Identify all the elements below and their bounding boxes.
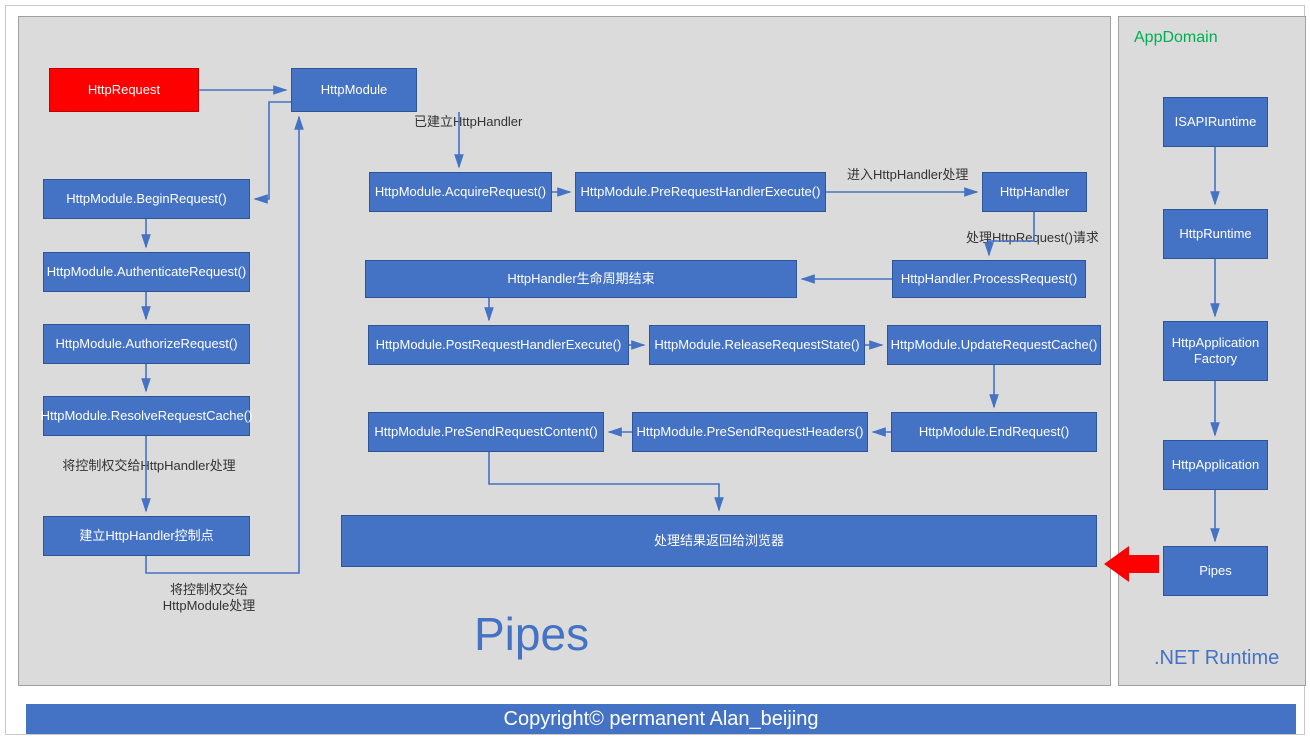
app-domain-title: AppDomain (1134, 29, 1218, 47)
label-process-http-request: 处理HttpRequest()请求 (966, 227, 1099, 246)
outer-frame: HttpRequest HttpModule HttpModule.BeginR… (5, 5, 1305, 735)
lbl-return-to-browser: 处理结果返回给浏览器 (654, 533, 784, 549)
lbl-http-module: HttpModule (321, 82, 387, 98)
lbl-http-request: HttpRequest (88, 82, 160, 98)
label-to-http-module-2: HttpModule处理 (149, 595, 269, 614)
lbl-end-request: HttpModule.EndRequest() (919, 424, 1069, 440)
box-end-request: HttpModule.EndRequest() (891, 412, 1097, 452)
box-authenticate-request: HttpModule.AuthenticateRequest() (43, 252, 250, 292)
lbl-release-request-state: HttpModule.ReleaseRequestState() (654, 337, 859, 353)
lbl-authenticate-request: HttpModule.AuthenticateRequest() (47, 264, 246, 280)
box-handler-lifecycle-end: HttpHandler生命周期结束 (365, 260, 797, 298)
box-pre-send-request-content: HttpModule.PreSendRequestContent() (368, 412, 604, 452)
box-begin-request: HttpModule.BeginRequest() (43, 179, 250, 219)
box-release-request-state: HttpModule.ReleaseRequestState() (649, 325, 865, 365)
box-create-handler: 建立HttpHandler控制点 (43, 516, 250, 556)
box-pre-request-handler-execute: HttpModule.PreRequestHandlerExecute() (575, 172, 826, 212)
lbl-begin-request: HttpModule.BeginRequest() (66, 191, 226, 207)
big-red-arrow-icon (1104, 544, 1162, 584)
box-http-request: HttpRequest (49, 68, 199, 112)
box-http-app-factory: HttpApplication Factory (1163, 321, 1268, 381)
lbl-create-handler: 建立HttpHandler控制点 (79, 528, 213, 544)
box-return-to-browser: 处理结果返回给浏览器 (341, 515, 1097, 567)
box-process-request: HttpHandler.ProcessRequest() (892, 260, 1086, 298)
box-acquire-request: HttpModule.AcquireRequest() (369, 172, 552, 212)
lbl-pre-send-request-headers: HttpModule.PreSendRequestHeaders() (637, 424, 864, 440)
lbl-http-handler: HttpHandler (1000, 184, 1069, 200)
pipes-title: Pipes (474, 607, 589, 661)
lbl-pipes: Pipes (1199, 563, 1232, 579)
label-handler-established: 已建立HttpHandler (414, 111, 522, 130)
lbl-authorize-request: HttpModule.AuthorizeRequest() (55, 336, 237, 352)
footer-bar: Copyright© permanent Alan_beijing (26, 704, 1296, 734)
box-http-runtime: HttpRuntime (1163, 209, 1268, 259)
label-enter-http-handler: 进入HttpHandler处理 (847, 164, 968, 183)
lbl-update-request-cache: HttpModule.UpdateRequestCache() (891, 337, 1098, 353)
footer-text: Copyright© permanent Alan_beijing (504, 708, 819, 731)
lbl-process-request: HttpHandler.ProcessRequest() (901, 271, 1077, 287)
lbl-pre-send-request-content: HttpModule.PreSendRequestContent() (374, 424, 597, 440)
box-authorize-request: HttpModule.AuthorizeRequest() (43, 324, 250, 364)
label-to-http-handler: 将控制权交给HttpHandler处理 (49, 455, 249, 474)
box-http-handler: HttpHandler (982, 172, 1087, 212)
box-pre-send-request-headers: HttpModule.PreSendRequestHeaders() (632, 412, 868, 452)
lbl-http-runtime: HttpRuntime (1179, 226, 1251, 242)
lbl-pre-request-handler-execute: HttpModule.PreRequestHandlerExecute() (581, 184, 821, 200)
lbl-resolve-request-cache: HttpModule.ResolveRequestCache() (41, 408, 253, 424)
box-post-request-handler-execute: HttpModule.PostRequestHandlerExecute() (368, 325, 629, 365)
lbl-http-app-factory-2: Factory (1194, 351, 1237, 367)
lbl-post-request-handler-execute: HttpModule.PostRequestHandlerExecute() (376, 337, 622, 353)
lbl-http-application: HttpApplication (1172, 457, 1259, 473)
box-update-request-cache: HttpModule.UpdateRequestCache() (887, 325, 1101, 365)
right-panel: AppDomain ISAPIRuntime HttpRuntime HttpA… (1118, 16, 1306, 686)
box-resolve-request-cache: HttpModule.ResolveRequestCache() (43, 396, 250, 436)
box-pipes: Pipes (1163, 546, 1268, 596)
lbl-acquire-request: HttpModule.AcquireRequest() (375, 184, 546, 200)
box-http-module: HttpModule (291, 68, 417, 112)
net-runtime-title: .NET Runtime (1154, 647, 1279, 670)
lbl-handler-lifecycle-end: HttpHandler生命周期结束 (507, 271, 654, 287)
lbl-http-app-factory-1: HttpApplication (1172, 335, 1259, 351)
left-panel: HttpRequest HttpModule HttpModule.BeginR… (18, 16, 1111, 686)
lbl-isapi-runtime: ISAPIRuntime (1175, 114, 1257, 130)
box-isapi-runtime: ISAPIRuntime (1163, 97, 1268, 147)
box-http-application: HttpApplication (1163, 440, 1268, 490)
